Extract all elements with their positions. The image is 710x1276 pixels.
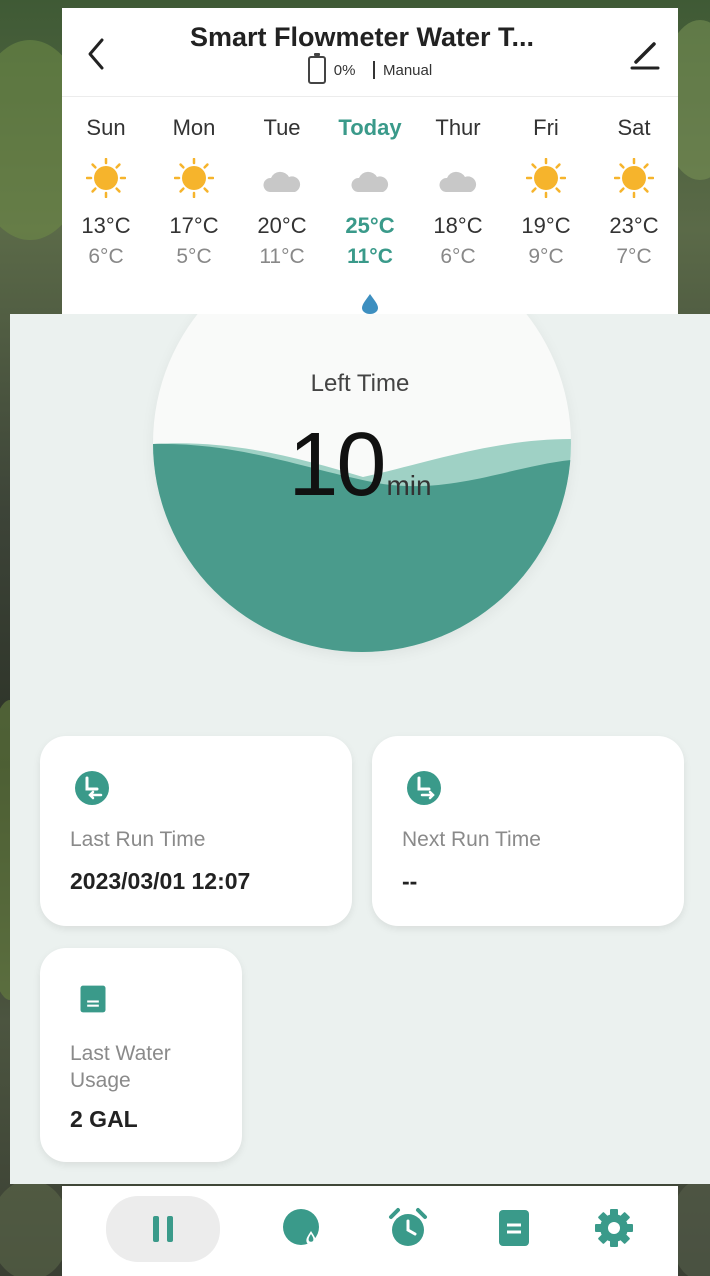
weather-day-label: Sun <box>86 115 126 140</box>
header: Smart Flowmeter Water T... 0% Manual <box>62 8 678 96</box>
page-title: Smart Flowmeter Water T... <box>189 22 535 52</box>
weather-low-temp: 9°C <box>528 245 564 268</box>
weather-low-temp: 6°C <box>440 245 476 268</box>
weather-day-label: Thur <box>435 115 481 140</box>
today-indicator-drop-icon <box>362 294 378 314</box>
weather-high-temp: 18°C <box>433 213 483 238</box>
main-panel: Left Time 10min Last Run Time 2023/03/01… <box>10 314 710 1184</box>
weather-day-label: Mon <box>172 115 216 140</box>
weather-high-temp: 17°C <box>169 213 219 238</box>
weather-day-today: Today 25°C 11°C <box>326 108 414 272</box>
weather-day-thur: Thur 18°C 6°C <box>414 108 502 272</box>
header-divider <box>62 96 678 97</box>
battery-icon <box>307 53 326 84</box>
weather-low-temp: 11°C <box>347 245 393 268</box>
tab-records[interactable] <box>474 1198 554 1258</box>
battery-percent: 0% <box>333 61 356 79</box>
next-run-value: -- <box>402 868 418 894</box>
weather-forecast: Sun 13°C 6°C Mon 17°C 5°C Tue 20°C 11°C Today 25°C… <box>62 108 678 308</box>
clock-forward-icon <box>407 771 441 805</box>
weather-low-temp: 5°C <box>176 245 212 268</box>
weather-day-mon: Mon 17°C 5°C <box>150 108 238 272</box>
cloud-icon <box>238 148 326 208</box>
pause-icon <box>153 1216 173 1242</box>
cloud-icon <box>326 148 414 208</box>
water-usage-icon <box>283 1209 319 1245</box>
device-status: 0% Manual <box>62 53 678 84</box>
weather-low-temp: 11°C <box>259 245 305 268</box>
last-water-label: Last Water Usage <box>70 1042 171 1092</box>
sun-icon <box>150 148 238 208</box>
left-time-unit: min <box>386 470 432 501</box>
left-time-value: 10 <box>288 415 386 515</box>
sun-icon <box>62 148 150 208</box>
weather-high-temp: 20°C <box>257 213 307 238</box>
last-water-usage-card[interactable]: Last Water Usage 2 GAL <box>40 948 242 1162</box>
weather-day-fri: Fri 19°C 9°C <box>502 108 590 272</box>
app-header-area: Smart Flowmeter Water T... 0% Manual Sun… <box>62 8 678 314</box>
weather-high-temp: 23°C <box>609 213 659 238</box>
weather-high-temp: 25°C <box>345 213 395 238</box>
weather-day-tue: Tue 20°C 11°C <box>238 108 326 272</box>
last-water-value: 2 GAL <box>70 1106 138 1132</box>
alarm-clock-icon <box>389 1208 427 1246</box>
clock-history-icon <box>75 771 109 805</box>
status-divider <box>373 61 375 79</box>
weather-day-sun: Sun 13°C 6°C <box>62 108 150 272</box>
pencil-icon <box>630 42 660 70</box>
cloud-icon <box>414 148 502 208</box>
weather-low-temp: 7°C <box>616 245 652 268</box>
bottom-tab-bar <box>62 1186 678 1276</box>
last-run-label: Last Run Time <box>70 828 206 851</box>
last-run-value: 2023/03/01 12:07 <box>70 868 251 894</box>
weather-day-label: Today <box>338 115 402 140</box>
weather-low-temp: 6°C <box>88 245 124 268</box>
left-time-readout: 10min <box>10 414 710 517</box>
background-foliage <box>0 1180 70 1276</box>
sun-icon <box>502 148 590 208</box>
tab-pause[interactable] <box>106 1196 220 1262</box>
weather-high-temp: 19°C <box>521 213 571 238</box>
sun-icon <box>590 148 678 208</box>
edit-button[interactable] <box>624 32 664 76</box>
settings-icon <box>595 1209 633 1247</box>
weather-day-sat: Sat 23°C 7°C <box>590 108 678 272</box>
records-icon <box>499 1210 529 1246</box>
tab-settings[interactable] <box>574 1198 654 1258</box>
weather-high-temp: 13°C <box>81 213 131 238</box>
weather-day-label: Fri <box>533 115 559 140</box>
weather-day-label: Sat <box>617 115 651 140</box>
water-usage-icon <box>80 985 106 1013</box>
mode-label: Manual <box>382 61 433 79</box>
next-run-card[interactable]: Next Run Time -- <box>372 736 684 926</box>
last-run-card[interactable]: Last Run Time 2023/03/01 12:07 <box>40 736 352 926</box>
next-run-label: Next Run Time <box>402 828 541 851</box>
left-time-label: Left Time <box>310 370 410 397</box>
tab-schedule[interactable] <box>368 1198 448 1258</box>
weather-day-label: Tue <box>263 115 301 140</box>
tab-water-usage[interactable] <box>262 1198 342 1258</box>
